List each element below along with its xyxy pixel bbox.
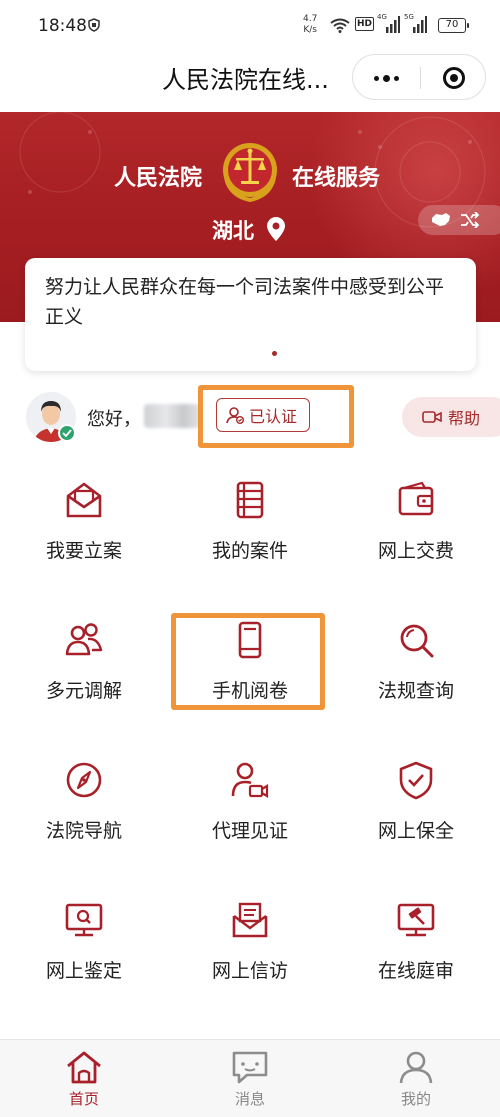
monitor-search-icon [65,903,103,937]
user-icon [399,1051,433,1084]
service-label: 代理见证 [211,820,288,842]
nav-label: 我的 [400,1090,431,1108]
wallet-icon [398,481,434,516]
envelope-icon [66,482,102,518]
hd-badge: HD [355,17,375,31]
service-online-preservation[interactable]: 网上保全 [346,760,486,870]
service-agent-witness[interactable]: 代理见证 [180,760,320,870]
nav-item-home[interactable]: 首页 [24,1040,144,1117]
service-label: 网上鉴定 [45,960,122,982]
nav-item-messages[interactable]: 消息 [190,1040,310,1117]
service-label: 多元调解 [45,680,122,702]
mini-program-capsule [352,54,486,100]
region-switch-button[interactable] [418,205,500,235]
service-online-petition[interactable]: 网上信访 [180,900,320,1010]
service-label: 网上交费 [377,540,454,562]
service-online-appraisal[interactable]: 网上鉴定 [14,900,154,1010]
service-label: 在线服务 [292,166,381,191]
help-button[interactable]: 帮助 [402,397,500,437]
service-label: 法规查询 [377,680,454,702]
target-circle-icon [443,67,465,89]
location-pin-icon[interactable] [266,216,286,242]
signal-icon [386,16,400,33]
mail-letter-icon [232,902,268,938]
video-camera-icon [422,411,442,423]
compass-icon [66,762,102,798]
china-map-icon [432,213,450,226]
help-label: 帮助 [448,409,481,428]
service-my-cases[interactable]: 我的案件 [180,480,320,590]
gavel-screen-icon [397,903,435,937]
more-dots-icon[interactable] [353,55,419,101]
shield-icon [88,18,100,32]
home-icon [67,1051,101,1084]
carousel-indicator [272,351,277,356]
verified-check-icon [58,424,76,442]
greeting-text: 您好， [87,409,141,430]
service-label: 法院导航 [45,820,122,842]
shuffle-icon [461,212,480,228]
service-label: 网上保全 [377,820,454,842]
service-online-trial[interactable]: 在线庭审 [346,900,486,1010]
message-icon [232,1051,268,1084]
wifi-icon [330,18,350,33]
region-label[interactable]: 湖北 [212,215,254,245]
battery-indicator: 70 [438,18,469,33]
status-bar: 18:48 4.7 K/s HD 4G 5G 70 [0,0,500,52]
slogan-card[interactable]: 努力让人民群众在每一个司法案件中感受到公平正义 [25,258,476,371]
bottom-navigation: 首页 消息 我的 [0,1039,500,1117]
service-label: 我要立案 [45,540,122,562]
service-law-search[interactable]: 法规查询 [346,620,486,730]
court-emblem-icon [223,143,277,203]
service-label: 网上信访 [211,960,288,982]
service-label: 在线庭审 [377,960,454,982]
status-time: 18:48 [38,16,87,36]
signal-icon [413,16,427,33]
user-name-redacted [144,404,200,428]
service-court-navigation[interactable]: 法院导航 [14,760,154,870]
notebook-icon [236,481,264,519]
close-button[interactable] [421,55,487,101]
nav-label: 消息 [234,1090,265,1108]
shield-check-icon [399,761,433,800]
service-online-payment[interactable]: 网上交费 [346,480,486,590]
service-mediation[interactable]: 多元调解 [14,620,154,730]
nav-label: 首页 [68,1090,99,1108]
page-title: 人民法院在线... [162,66,329,94]
people-icon [65,623,103,656]
highlight-box-file-review [171,613,325,710]
title-bar: 人民法院在线... [0,52,500,112]
search-icon [400,624,434,658]
nav-item-profile[interactable]: 我的 [356,1040,476,1117]
service-file-case[interactable]: 我要立案 [14,480,154,590]
network-speed: 4.7 K/s [303,14,318,35]
highlight-box-auth [198,385,354,448]
slogan-text: 努力让人民群众在每一个司法案件中感受到公平正义 [45,276,445,328]
person-camera-icon [231,762,269,798]
service-label: 我的案件 [211,540,288,562]
court-label: 人民法院 [114,166,203,191]
